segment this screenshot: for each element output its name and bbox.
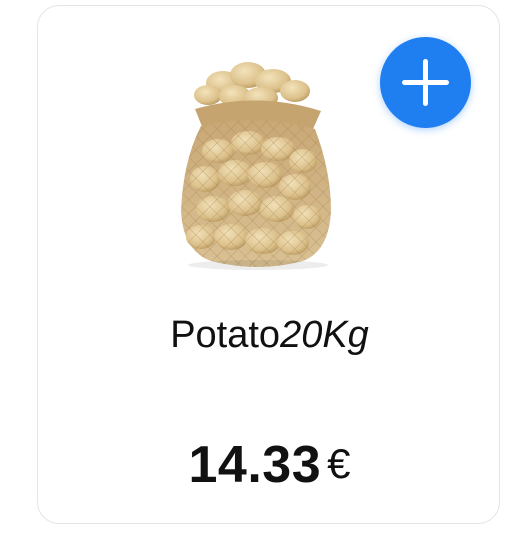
price-value: 14.33 — [188, 436, 322, 494]
product-price: 14.33 € — [38, 435, 501, 495]
add-to-cart-button[interactable] — [380, 37, 471, 128]
product-weight: 20Kg — [280, 314, 369, 356]
potato-sack-image — [181, 62, 331, 270]
plus-icon — [402, 59, 449, 106]
price-currency: € — [327, 440, 351, 487]
product-card[interactable]: Potato20Kg 14.33 € — [37, 5, 500, 524]
product-name-text: Potato — [170, 314, 281, 356]
product-name: Potato20Kg — [38, 312, 501, 358]
